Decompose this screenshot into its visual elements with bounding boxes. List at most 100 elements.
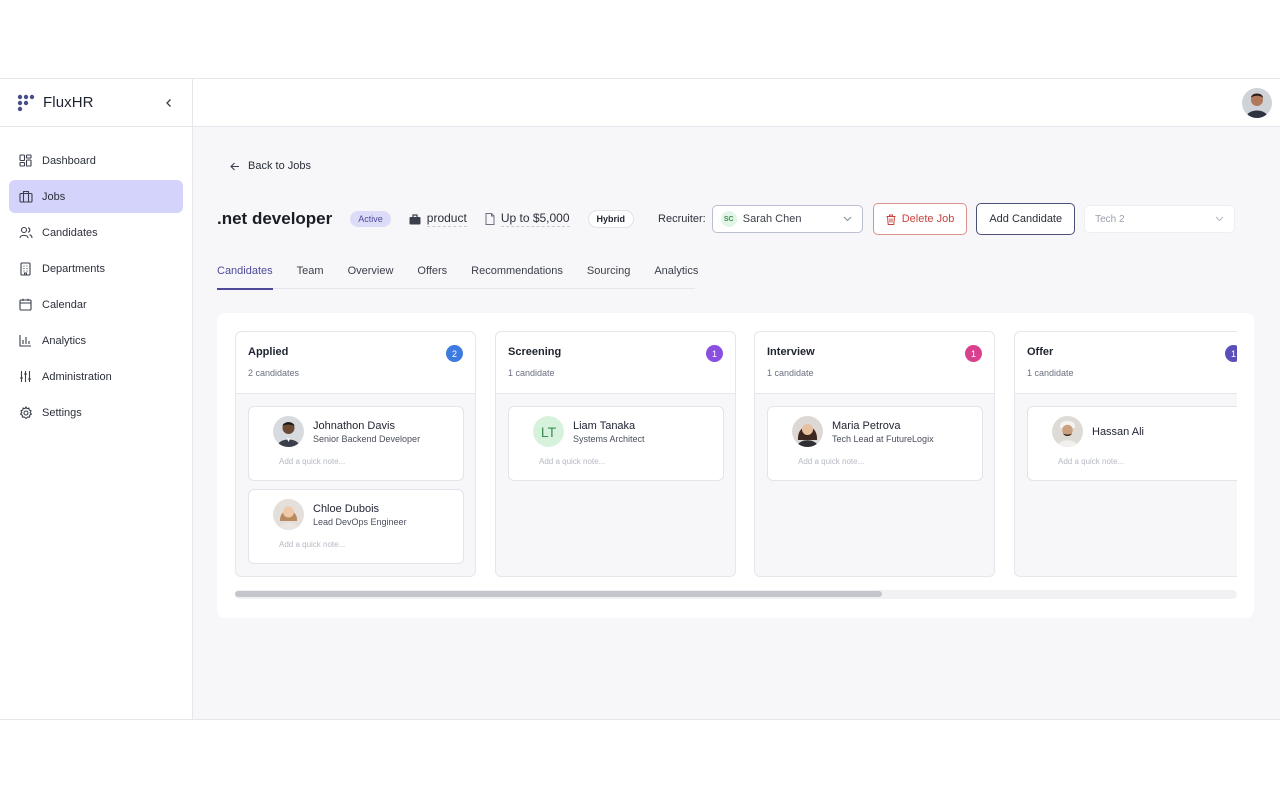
column-count-badge: 1 [965,345,982,362]
tab-analytics[interactable]: Analytics [654,265,698,289]
sidebar-item-label: Candidates [42,226,98,239]
grid-icon [18,153,33,168]
user-avatar-photo-icon [1242,88,1272,118]
salary-meta[interactable]: Up to $5,000 [485,211,570,227]
pipeline-board: Applied 2 candidates 2 Johnathon Davis S… [217,313,1254,618]
sidebar-header: FluxHR [0,79,192,127]
candidate-card[interactable]: Maria Petrova Tech Lead at FutureLogix A… [767,406,983,481]
candidate-name: Johnathon Davis [313,420,395,432]
avatar-photo-icon [273,416,304,447]
tab-offers[interactable]: Offers [417,265,447,289]
tech-select[interactable]: Tech 2 [1084,205,1236,233]
tab-candidates[interactable]: Candidates [217,265,273,290]
job-header: .net developer Active product Up to $5,0… [217,203,1256,235]
column-count-badge: 1 [706,345,723,362]
recruiter-name: Sarah Chen [742,213,802,225]
sidebar-item-label: Dashboard [42,154,96,167]
app-window: FluxHR Dashboard Jobs Candidates Departm… [0,78,1280,720]
candidate-name: Hassan Ali [1092,426,1144,438]
avatar-photo-icon [273,499,304,530]
candidate-avatar [792,416,823,447]
pipeline-column-interview: Interview 1 candidate 1 Maria Petrova Te… [754,331,995,577]
building-icon [18,261,33,276]
quick-note-input[interactable]: Add a quick note... [798,457,864,466]
scrollbar-thumb[interactable] [235,591,882,597]
sidebar-item-candidates[interactable]: Candidates [9,216,183,249]
back-to-jobs-link[interactable]: Back to Jobs [230,160,311,172]
chevron-left-icon [166,98,171,107]
quick-note-input[interactable]: Add a quick note... [279,540,345,549]
column-count-badge: 1 [1225,345,1237,362]
briefcase-icon [18,189,33,204]
candidate-card[interactable]: Chloe Dubois Lead DevOps Engineer Add a … [248,489,464,564]
avatar-photo-icon [1052,416,1083,447]
horizontal-scrollbar[interactable] [235,590,1237,599]
sidebar-item-departments[interactable]: Departments [9,252,183,285]
sidebar-item-label: Jobs [42,190,66,203]
pipeline-column-offer: Offer 1 candidate 1 Hassan Ali Add a qui… [1014,331,1237,577]
tab-overview[interactable]: Overview [348,265,394,289]
tech-select-value: Tech 2 [1095,213,1125,225]
sidebar-item-label: Analytics [42,334,87,347]
column-subtitle: 2 candidates [248,368,300,378]
column-subtitle: 1 candidate [767,368,814,378]
candidate-card[interactable]: LT Liam Tanaka Systems Architect Add a q… [508,406,724,481]
fluxhr-logo-icon [17,94,35,111]
quick-note-input[interactable]: Add a quick note... [539,457,605,466]
candidate-avatar [1052,416,1083,447]
sidebar-item-administration[interactable]: Administration [9,360,183,393]
job-tabs: Candidates Team Overview Offers Recommen… [217,265,698,290]
main-content: Back to Jobs .net developer Active produ… [193,79,1280,719]
column-header: Offer 1 candidate 1 [1015,332,1237,394]
candidate-role: Tech Lead at FutureLogix [832,434,934,444]
recruiter-label: Recruiter: [658,213,706,225]
candidate-card[interactable]: Johnathon Davis Senior Backend Developer… [248,406,464,481]
briefcase-icon [409,213,421,224]
user-avatar[interactable] [1242,88,1272,118]
chevron-down-icon [1215,216,1224,222]
column-title: Applied [248,346,289,358]
tab-recommendations[interactable]: Recommendations [471,265,563,289]
quick-note-input[interactable]: Add a quick note... [1058,457,1124,466]
sidebar-item-dashboard[interactable]: Dashboard [9,144,183,177]
recruiter-select[interactable]: SC Sarah Chen [711,205,863,233]
tab-sourcing[interactable]: Sourcing [587,265,630,289]
sidebar-item-analytics[interactable]: Analytics [9,324,183,357]
quick-note-input[interactable]: Add a quick note... [279,457,345,466]
pipeline-columns: Applied 2 candidates 2 Johnathon Davis S… [235,331,1237,577]
job-title: .net developer [217,209,333,228]
department-meta[interactable]: product [409,211,467,227]
candidate-name: Maria Petrova [832,420,901,432]
column-header: Applied 2 candidates 2 [236,332,475,394]
sidebar-item-jobs[interactable]: Jobs [9,180,183,213]
topbar [193,79,1280,127]
salary-value: Up to $5,000 [500,211,570,227]
candidate-role: Lead DevOps Engineer [313,517,407,527]
sidebar-item-label: Calendar [42,298,87,311]
delete-job-button[interactable]: Delete Job [872,203,968,235]
candidate-avatar [273,416,304,447]
pipeline-column-applied: Applied 2 candidates 2 Johnathon Davis S… [235,331,476,577]
bar-chart-icon [18,333,33,348]
tab-team[interactable]: Team [297,265,324,289]
column-header: Interview 1 candidate 1 [755,332,994,394]
candidate-initials: LT [533,416,564,447]
chevron-down-icon [843,216,852,222]
sidebar: FluxHR Dashboard Jobs Candidates Departm… [0,79,193,719]
status-badge: Active [350,211,391,227]
recruiter-initials-avatar: SC [720,211,737,227]
add-candidate-button[interactable]: Add Candidate [976,203,1076,235]
candidate-role: Systems Architect [573,434,645,444]
sidebar-nav: Dashboard Jobs Candidates Departments Ca… [0,127,192,429]
candidate-card[interactable]: Hassan Ali Add a quick note... [1027,406,1237,481]
candidate-role: Senior Backend Developer [313,434,421,444]
delete-job-label: Delete Job [901,213,955,225]
work-mode-badge: Hybrid [587,210,635,228]
users-icon [18,225,33,240]
candidate-name: Liam Tanaka [573,420,636,432]
sidebar-item-settings[interactable]: Settings [9,396,183,429]
column-count-badge: 2 [446,345,463,362]
sliders-icon [18,369,33,384]
collapse-sidebar-button[interactable] [162,96,176,110]
sidebar-item-calendar[interactable]: Calendar [9,288,183,321]
